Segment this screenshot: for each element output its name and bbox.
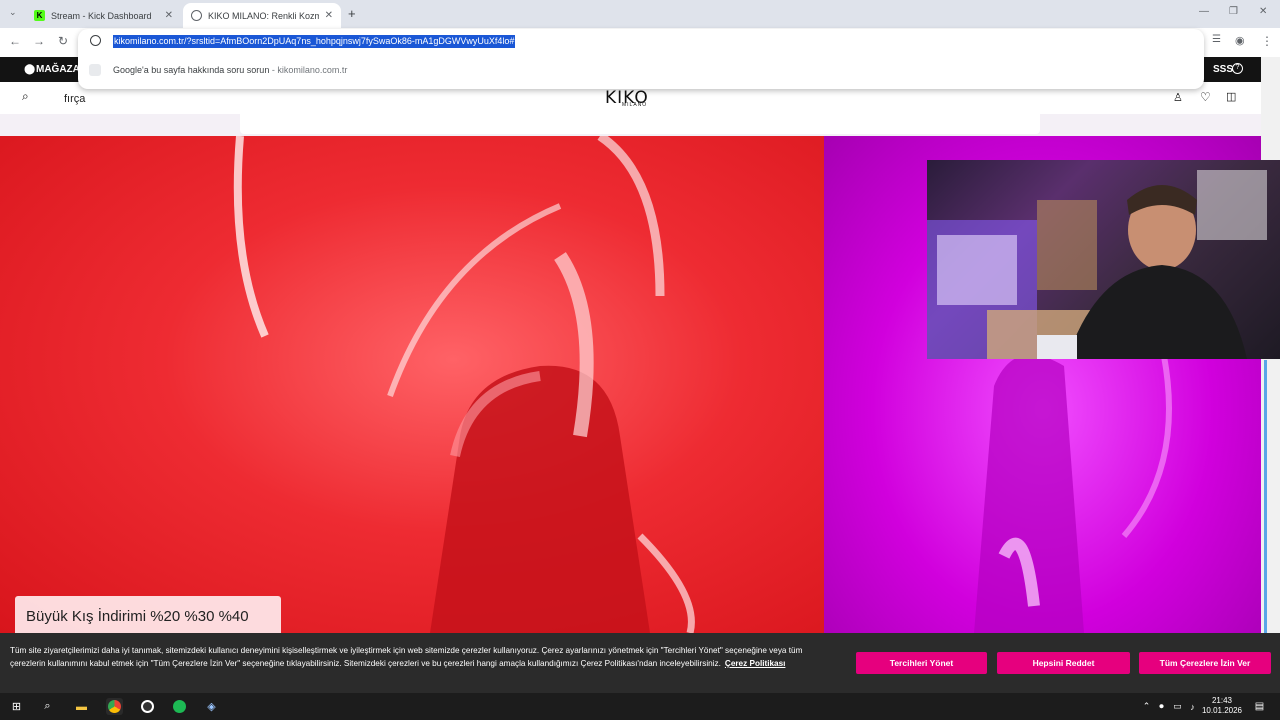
back-icon[interactable]: ← — [9, 34, 21, 48]
steam-icon[interactable]: ◈ — [203, 698, 220, 715]
location-pin-icon: ⬤ — [24, 64, 36, 75]
site-info-icon[interactable] — [90, 35, 101, 46]
tab-kiko-milano[interactable]: KIKO MILANO: Renkli Kozmetik ✕ — [183, 3, 341, 28]
winter-sale-promo[interactable]: Büyük Kış İndirimi %20 %30 %40 — [15, 596, 281, 636]
cart-bag-icon[interactable]: ◫ — [1226, 90, 1236, 103]
clock-time[interactable]: 21:43 — [1203, 696, 1241, 705]
streamer-webcam-overlay — [927, 160, 1280, 359]
manage-preferences-button[interactable]: Tercihleri Yönet — [856, 652, 987, 674]
profile-icon[interactable]: ◉ — [1235, 34, 1245, 47]
close-window-icon[interactable]: ✕ — [1259, 6, 1267, 17]
chrome-icon[interactable] — [106, 698, 123, 715]
accept-all-cookies-button[interactable]: Tüm Çerezlere İzin Ver — [1139, 652, 1271, 674]
reject-all-button[interactable]: Hepsini Reddet — [997, 652, 1130, 674]
taskbar-search-icon[interactable]: ⌕ — [39, 698, 56, 715]
tab-media-icon[interactable]: ☰ — [1212, 34, 1221, 45]
wishlist-heart-icon[interactable]: ♡ — [1200, 90, 1211, 104]
tab-kick-dashboard[interactable]: K Stream - Kick Dashboard ✕ — [26, 3, 181, 28]
category-nav — [0, 114, 1267, 136]
promo-text: Büyük Kış İndirimi %20 %30 %40 — [26, 608, 249, 625]
cookie-text: Tüm site ziyaretçilerimizi daha iyi tanı… — [10, 646, 803, 668]
volume-icon[interactable]: ♪ — [1184, 698, 1201, 715]
globe-icon — [191, 10, 202, 21]
faq-link[interactable]: SSS — [1213, 64, 1233, 75]
forward-icon[interactable]: → — [33, 34, 45, 48]
search-icon[interactable]: ⌕ — [22, 89, 29, 104]
page-scrollbar-thumb[interactable] — [1264, 360, 1267, 633]
microphone-icon[interactable]: ⏺ — [1153, 698, 1170, 715]
new-tab-button[interactable]: + — [348, 6, 356, 21]
notifications-icon[interactable]: ▤ — [1251, 698, 1268, 715]
address-bar-url[interactable]: kikomilano.com.tr/?srsltid=AfmBOorn2DpUA… — [113, 35, 516, 48]
tab-search-icon[interactable]: ⌄ — [9, 7, 17, 18]
browser-tab-strip: ⌄ K Stream - Kick Dashboard ✕ KIKO MILAN… — [0, 0, 1280, 28]
webcam-scene — [927, 170, 1267, 359]
store-finder-link[interactable]: MAĞAZA — [36, 64, 80, 75]
windows-start-icon[interactable]: ⊞ — [8, 698, 25, 715]
omnibox-dropdown[interactable]: kikomilano.com.tr/?srsltid=AfmBOorn2DpUA… — [78, 29, 1204, 89]
clock-date[interactable]: 10.01.2026 — [1201, 706, 1243, 715]
close-tab-icon[interactable]: ✕ — [165, 10, 173, 21]
minimize-icon[interactable]: — — [1199, 6, 1209, 17]
search-input[interactable]: fırça — [64, 93, 85, 105]
file-explorer-icon[interactable]: ▬ — [73, 698, 90, 715]
account-icon[interactable]: ♙ — [1173, 91, 1183, 104]
kick-icon: K — [34, 10, 45, 21]
google-lens-icon — [89, 64, 101, 76]
close-tab-icon[interactable]: ✕ — [325, 10, 333, 21]
menu-kebab-icon[interactable]: ⋮ — [1261, 34, 1273, 48]
lipstick-illustration — [233, 136, 695, 633]
hero-lipstick-red-image[interactable] — [0, 136, 824, 633]
help-icon[interactable]: ? — [1232, 63, 1243, 74]
omnibox-suggestion[interactable]: Google'a bu sayfa hakkında soru sorun - … — [113, 65, 347, 75]
obs-icon[interactable] — [139, 698, 156, 715]
category-nav-panel — [240, 114, 1040, 134]
restore-icon[interactable]: ❐ — [1229, 6, 1238, 17]
reload-icon[interactable]: ↻ — [58, 34, 68, 48]
spotify-icon[interactable] — [171, 698, 188, 715]
windows-taskbar: ⊞ ⌕ ▬ ◈ ⌃ ⏺ ▭ ♪ 21:43 10.01.2026 ▤ — [0, 693, 1280, 720]
kiko-logo-sub: MILANO — [622, 102, 648, 108]
cookie-policy-link[interactable]: Çerez Politikası — [725, 659, 786, 668]
